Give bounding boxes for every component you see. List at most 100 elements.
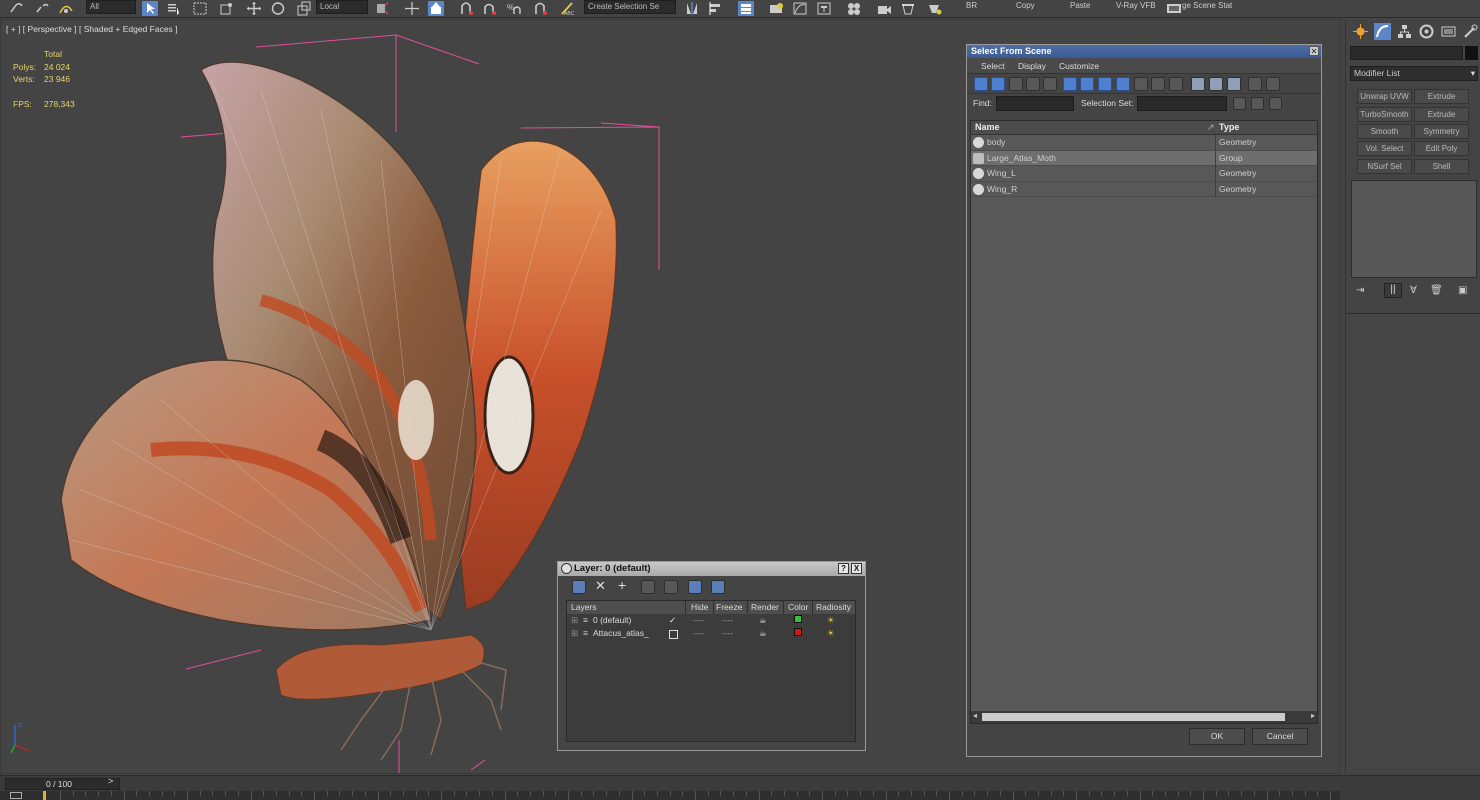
modifier-list-dropdown[interactable]: Modifier List ▾: [1350, 66, 1478, 81]
configure-sets-icon[interactable]: ▣: [1458, 285, 1467, 296]
modifier-button[interactable]: Extrude: [1414, 107, 1469, 122]
add-to-set-icon[interactable]: [1269, 97, 1282, 110]
column-hide[interactable]: Hide: [691, 602, 708, 612]
time-slider[interactable]: 0 / 100: [5, 778, 120, 790]
expand-icon[interactable]: ⊞: [571, 615, 578, 626]
manipulate-icon[interactable]: [404, 1, 420, 16]
delete-layer-icon[interactable]: ✕: [595, 578, 606, 594]
display-bones-icon[interactable]: [1209, 77, 1223, 91]
sort-icon[interactable]: [1266, 77, 1280, 91]
percent-snap-icon[interactable]: %: [506, 1, 522, 16]
display-cameras-icon[interactable]: [1116, 77, 1130, 91]
rectangular-selection-icon[interactable]: [192, 1, 208, 16]
edit-named-selection-icon[interactable]: ABC: [560, 1, 576, 17]
material-editor-icon[interactable]: [846, 1, 862, 16]
pivot-center-icon[interactable]: [374, 1, 390, 16]
close-button[interactable]: X: [851, 563, 862, 574]
modifier-stack[interactable]: [1351, 180, 1477, 278]
show-end-result-icon[interactable]: ||: [1384, 283, 1402, 298]
display-shapes-icon[interactable]: [1080, 77, 1094, 91]
render-production-icon[interactable]: [926, 1, 942, 16]
graphite-toolbar-icon[interactable]: [768, 1, 784, 16]
schematic-view-icon[interactable]: [816, 1, 832, 16]
create-layer-icon[interactable]: [572, 580, 586, 594]
create-set-icon[interactable]: [1233, 97, 1246, 110]
display-lights-icon[interactable]: [1098, 77, 1112, 91]
time-cursor[interactable]: [43, 791, 46, 800]
scene-object-row[interactable]: Large_Atlas_Moth Group: [971, 150, 1317, 166]
motion-tab-icon[interactable]: [1418, 23, 1435, 40]
radiosity-icon[interactable]: ☀: [827, 615, 835, 626]
render-teapot-icon[interactable]: ☕: [759, 615, 767, 626]
menu-select[interactable]: Select: [981, 61, 1005, 71]
render-setup-icon[interactable]: [876, 1, 892, 16]
angle-snap-icon[interactable]: [482, 1, 498, 16]
snaps-toggle-icon[interactable]: [458, 1, 474, 16]
display-containers-icon[interactable]: [1227, 77, 1241, 91]
scene-object-row[interactable]: Wing_L Geometry: [971, 166, 1317, 182]
hide-all-layers-icon[interactable]: [688, 580, 702, 594]
column-layers[interactable]: Layers: [571, 602, 597, 612]
pin-stack-icon[interactable]: ⇥: [1356, 285, 1364, 296]
make-unique-icon[interactable]: ∀: [1410, 285, 1417, 296]
modify-tab-icon[interactable]: [1374, 23, 1391, 40]
select-by-name-icon[interactable]: [166, 1, 182, 16]
scrollbar-thumb[interactable]: [982, 713, 1285, 721]
link-icon[interactable]: [8, 1, 24, 16]
modifier-button[interactable]: Smooth: [1357, 124, 1412, 139]
find-input[interactable]: [996, 96, 1074, 111]
move-icon[interactable]: [246, 1, 262, 16]
filter-icon[interactable]: [1248, 77, 1262, 91]
object-name-field[interactable]: [1350, 46, 1463, 60]
create-tab-icon[interactable]: [1352, 23, 1369, 40]
radiosity-icon[interactable]: ☀: [827, 628, 835, 639]
expand-icon[interactable]: ⊞: [571, 628, 578, 639]
scene-object-row[interactable]: body Geometry: [971, 135, 1317, 151]
current-layer-checkbox[interactable]: [669, 630, 678, 639]
close-icon[interactable]: ✕: [1309, 46, 1319, 56]
layer-manager-icon[interactable]: [738, 1, 754, 16]
bind-space-warp-icon[interactable]: [58, 1, 74, 16]
select-object-icon[interactable]: [142, 1, 158, 16]
layer-color-swatch[interactable]: [794, 615, 802, 623]
selection-set-dropdown[interactable]: [1137, 96, 1227, 111]
display-helpers-icon[interactable]: [1134, 77, 1148, 91]
next-frame-button[interactable]: >: [108, 776, 113, 786]
display-geometry-icon[interactable]: [1063, 77, 1077, 91]
column-type[interactable]: Type: [1219, 122, 1239, 132]
menu-customize[interactable]: Customize: [1059, 61, 1099, 71]
freeze-all-layers-icon[interactable]: [711, 580, 725, 594]
column-freeze[interactable]: Freeze: [716, 602, 742, 612]
column-render[interactable]: Render: [751, 602, 779, 612]
modifier-button[interactable]: NSurf Sel: [1357, 159, 1412, 174]
column-radiosity[interactable]: Radiosity: [816, 602, 851, 612]
menu-display[interactable]: Display: [1018, 61, 1046, 71]
display-tab-icon[interactable]: [1440, 23, 1457, 40]
vray-vfb-button[interactable]: V-Ray VFB: [1116, 1, 1156, 10]
layer-color-swatch[interactable]: [794, 628, 802, 636]
display-xrefs-icon[interactable]: [1191, 77, 1205, 91]
modifier-button[interactable]: Extrude: [1414, 89, 1469, 104]
select-dependents-icon[interactable]: [1043, 77, 1057, 91]
remove-modifier-icon[interactable]: 🗑: [1430, 285, 1443, 296]
utilities-tab-icon[interactable]: [1462, 23, 1479, 40]
layer-hide-toggle[interactable]: ----: [693, 628, 704, 638]
layer-row[interactable]: ⊞ ≡ Attacus_atlas_ ---- ---- ☕ ☀: [567, 627, 855, 640]
scale-icon[interactable]: [296, 1, 312, 16]
modifier-button[interactable]: Vol. Select: [1357, 141, 1412, 156]
select-children-icon[interactable]: [1026, 77, 1040, 91]
remove-set-icon[interactable]: [1251, 97, 1264, 110]
select-all-icon[interactable]: [974, 77, 988, 91]
select-none-icon[interactable]: [991, 77, 1005, 91]
scene-object-row[interactable]: Wing_R Geometry: [971, 181, 1317, 197]
modifier-button[interactable]: Edit Poly: [1414, 141, 1469, 156]
display-spacewarps-icon[interactable]: [1151, 77, 1165, 91]
key-filter-icon[interactable]: [10, 792, 22, 799]
modifier-button[interactable]: Shell: [1414, 159, 1469, 174]
rendered-frame-window-icon[interactable]: [900, 1, 916, 16]
select-layer-icon[interactable]: [664, 580, 678, 594]
keyboard-shortcut-override-icon[interactable]: [428, 1, 444, 16]
ok-button[interactable]: OK: [1189, 728, 1245, 745]
modifier-button[interactable]: Unwrap UVW: [1357, 89, 1412, 104]
layer-row[interactable]: ⊞ ≡ 0 (default) ✓ ---- ---- ☕ ☀: [567, 614, 855, 627]
